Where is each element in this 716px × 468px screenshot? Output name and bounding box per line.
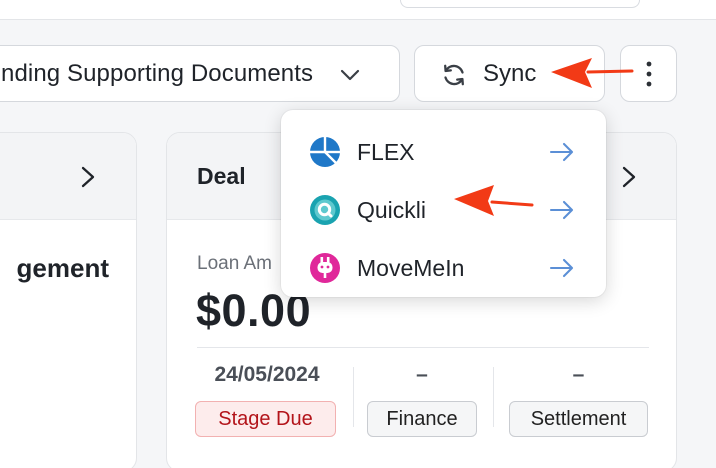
menu-item-quickli[interactable]: Quickli xyxy=(281,176,606,234)
sync-icon xyxy=(444,64,464,86)
settlement-badge: Settlement xyxy=(509,401,648,437)
more-options-button[interactable] xyxy=(620,45,677,102)
divider xyxy=(197,347,649,348)
settlement-value: – xyxy=(572,363,585,386)
left-card-title: gement xyxy=(16,253,109,283)
arrow-right-icon xyxy=(549,258,574,278)
loan-amount-label: Loan Am xyxy=(197,253,272,274)
arrow-right-icon xyxy=(549,142,574,162)
menu-item-movemein[interactable]: MoveMeIn xyxy=(281,234,606,292)
finance-value: – xyxy=(416,363,428,386)
arrow-right-icon xyxy=(549,200,574,220)
menu-item-flex[interactable]: FLEX xyxy=(281,118,606,176)
sync-label: Sync xyxy=(483,60,537,87)
left-card: gement xyxy=(0,132,137,468)
chevron-down-icon xyxy=(340,69,360,81)
chevron-right-icon xyxy=(81,166,95,188)
sync-dropdown-menu: FLEX Quickli MoveMeIn xyxy=(281,110,606,297)
stage-due-badge: Stage Due xyxy=(195,401,336,437)
menu-item-label: FLEX xyxy=(357,139,415,165)
quickli-logo-icon xyxy=(310,195,340,225)
status-select-label: nding Supporting Documents xyxy=(1,59,314,87)
chevron-right-icon xyxy=(622,166,636,188)
sync-button[interactable]: Sync xyxy=(414,45,605,102)
left-card-header[interactable] xyxy=(0,133,136,220)
stage-date: 24/05/2024 xyxy=(214,363,320,386)
menu-item-label: MoveMeIn xyxy=(357,255,465,281)
flex-logo-icon xyxy=(310,137,340,167)
kebab-menu-icon xyxy=(646,61,652,87)
deal-card-title: Deal xyxy=(197,163,246,189)
column-separator xyxy=(353,367,354,427)
column-separator xyxy=(493,367,494,427)
top-bar-fragment xyxy=(400,0,640,8)
menu-item-label: Quickli xyxy=(357,197,427,223)
status-select[interactable]: nding Supporting Documents xyxy=(0,45,400,102)
top-bar xyxy=(0,0,716,20)
movemein-logo-icon xyxy=(310,253,340,283)
finance-badge: Finance xyxy=(367,401,477,437)
